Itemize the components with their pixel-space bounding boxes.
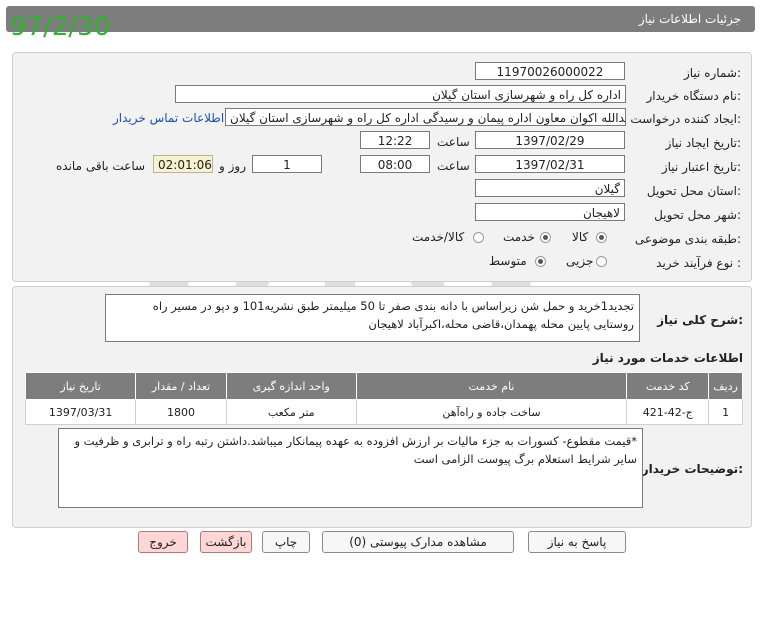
reply-button[interactable]: پاسخ به نیاز (528, 531, 626, 553)
services-heading: اطلاعات خدمات مورد نیاز (592, 351, 743, 365)
category-option-both: کالا/خدمت (412, 230, 465, 244)
buyer-notes-line-1: *قیمت مقطوع- کسورات به جزء مالیات بر ارز… (74, 434, 637, 448)
cell-need-date: 1397/03/31 (24, 399, 137, 425)
category-radio-service[interactable] (540, 232, 551, 243)
process-option-medium: متوسط (489, 254, 527, 268)
description-line-1: تجدید1خرید و حمل شن زیراساس با دانه بندی… (152, 299, 634, 313)
col-need-date: تاریخ نیاز (24, 372, 137, 400)
col-unit: واحد اندازه گیری (225, 372, 357, 400)
process-option-minor: جزیی (566, 254, 594, 268)
description-line-2: روستایی پایین محله پهمدان،قاضی محله،اکبر… (368, 317, 634, 331)
buyer-notes-box: *قیمت مقطوع- کسورات به جزء مالیات بر ارز… (58, 428, 643, 508)
city-label: شهر محل تحویل: (654, 208, 741, 222)
need-number-field: 1197002600002­2 (475, 62, 625, 80)
col-quantity: تعداد / مقدار (135, 372, 227, 400)
valid-time-label: ساعت (437, 159, 470, 173)
view-attachments-button[interactable]: مشاهده مدارک پیوستی (0) (322, 531, 514, 553)
date-overlay: 97/2/30 (10, 12, 111, 42)
process-label: نوع فرآیند خرید : (656, 256, 741, 270)
valid-date-label: تاریخ اعتبار نیاز: (661, 160, 741, 174)
created-time-label: ساعت (437, 135, 470, 149)
category-label: طبقه بندی موضوعی: (634, 232, 741, 246)
buyer-org-label: نام دستگاه خریدار: (646, 89, 742, 103)
cell-service-code: ج-42-421 (626, 399, 710, 425)
services-table: ردیف کد خدمت نام خدمت واحد اندازه گیری ت… (24, 372, 743, 425)
category-option-goods: کالا (572, 230, 589, 244)
category-radio-goods[interactable] (596, 232, 607, 243)
col-service-code: کد خدمت (626, 372, 710, 400)
valid-time-field: 08:00 (360, 155, 430, 173)
requester-field: اسدالله اکوان معاون اداره پیمان و رسیدگی… (225, 108, 626, 126)
province-field: گیلان (475, 179, 625, 197)
buyer-notes-label: توضیحات خریدار: (641, 462, 743, 476)
buyer-notes-line-2: سایر شرایط استعلام برگ پیوست الزامی است (413, 452, 637, 466)
col-service-name: نام خدمت (355, 372, 628, 400)
category-option-service: خدمت (503, 230, 535, 244)
page-title: جزئیات اطلاعات نیاز (638, 12, 741, 26)
table-row: 1 ج-42-421 ساخت جاده و راه‌آهن متر مکعب … (24, 399, 743, 425)
days-field: 1 (252, 155, 322, 173)
cell-quantity: 1800 (135, 399, 227, 425)
cell-row: 1 (708, 399, 743, 425)
print-button[interactable]: چاپ (262, 531, 310, 553)
category-radio-both[interactable] (473, 232, 484, 243)
province-label: استان محل تحویل: (646, 184, 741, 198)
description-label: شرح کلی نیاز: (657, 313, 743, 327)
contact-buyer-link[interactable]: اطلاعات تماس خریدار (113, 111, 224, 125)
back-button[interactable]: بازگشت (200, 531, 252, 553)
remaining-time-label: ساعت باقی مانده (56, 159, 146, 173)
buyer-org-field: اداره کل راه و شهرسازی استان گیلان (175, 85, 626, 103)
valid-date-field: 1397/02/31 (475, 155, 625, 173)
remaining-time-field: 02:01:06 (153, 155, 213, 173)
col-row: ردیف (708, 372, 743, 400)
description-box: تجدید1خرید و حمل شن زیراساس با دانه بندی… (105, 294, 640, 342)
city-field: لاهیجان (475, 203, 625, 221)
process-radio-minor[interactable] (596, 256, 607, 267)
process-radio-medium[interactable] (535, 256, 546, 267)
days-label: روز و (219, 159, 246, 173)
created-date-label: تاریخ ایجاد نیاز: (665, 136, 741, 150)
cell-unit: متر مکعب (225, 399, 357, 425)
cell-service-name: ساخت جاده و راه‌آهن (355, 399, 628, 425)
created-date-field: 1397/02/29 (475, 131, 625, 149)
created-time-field: 12:22 (360, 131, 430, 149)
exit-button[interactable]: خروج (138, 531, 188, 553)
page-header: جزئیات اطلاعات نیاز (6, 6, 755, 32)
need-number-label: شماره نیاز: (683, 66, 741, 80)
requester-label: ایجاد کننده درخواست: (630, 112, 741, 126)
